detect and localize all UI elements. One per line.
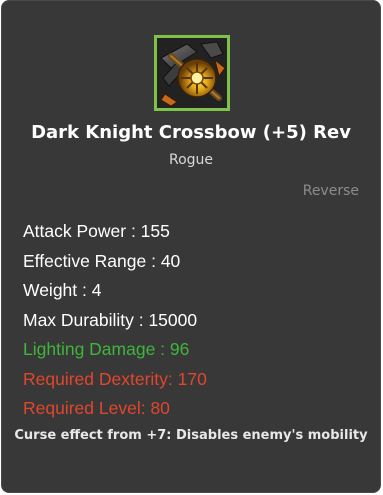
crossbow-icon xyxy=(157,38,227,108)
item-name: Dark Knight Crossbow (+5) Rev xyxy=(31,122,351,143)
stat-required-dexterity: Required Dexterity: 170 xyxy=(23,368,207,389)
stat-required-level: Required Level: 80 xyxy=(23,398,170,418)
stat-lighting-damage: Lighting Damage : 96 xyxy=(23,339,190,359)
curse-effect: Curse effect from +7: Disables enemy's m… xyxy=(14,428,368,443)
stat-list: Attack Power : 155 Effective Range : 40 … xyxy=(23,217,207,424)
item-class: Rogue xyxy=(168,152,214,168)
stat-weight: Weight : 4 xyxy=(23,280,102,300)
item-tooltip: Dark Knight Crossbow (+5) Rev Rogue Reve… xyxy=(1,0,381,493)
stat-attack-power: Attack Power : 155 xyxy=(23,221,170,241)
stat-max-durability: Max Durability : 15000 xyxy=(23,309,198,330)
reverse-label: Reverse xyxy=(302,183,359,199)
item-icon-frame xyxy=(154,35,230,111)
stat-effective-range: Effective Range : 40 xyxy=(23,250,181,271)
